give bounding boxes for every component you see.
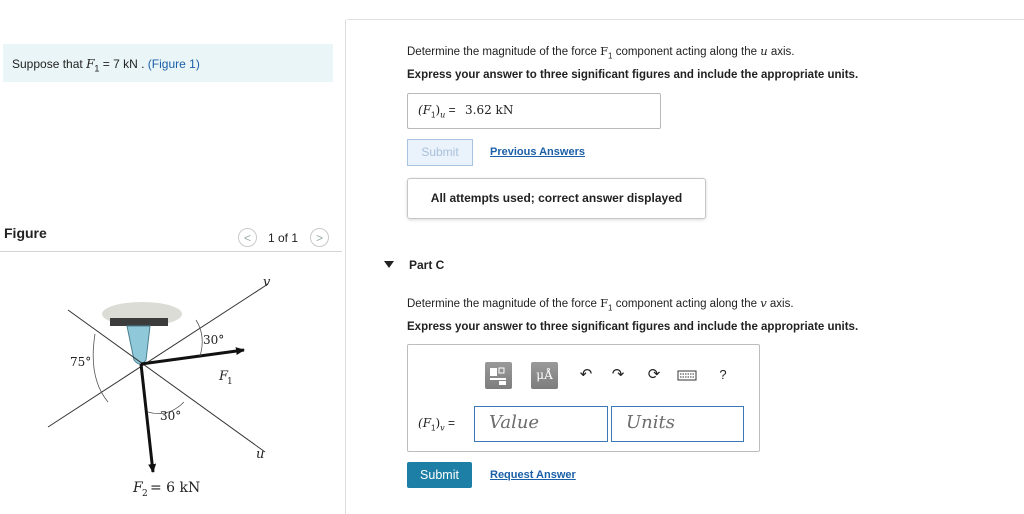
support-bracket [126,325,151,365]
chevron-left-icon: < [243,231,251,245]
prompt-prefix: Suppose that [12,57,83,71]
question-prefix: Determine the magnitude of the force [407,46,597,58]
keyboard-icon [677,370,697,381]
part-c-instruction: Express your answer to three significant… [407,321,859,333]
help-icon: ? [719,367,727,382]
v-axis-label: v [263,275,271,290]
prompt-subscript: 1 [94,63,100,74]
units-input[interactable]: Units [611,406,744,442]
figure-link[interactable]: (Figure 1) [148,57,200,71]
part-c-submit-button[interactable]: Submit [407,462,472,488]
top-divider [347,19,1024,20]
redo-icon: ↷ [611,366,625,383]
units-icon: μÅ [536,368,553,382]
u-axis-label: u [256,447,264,462]
u-axis-line [67,309,266,453]
part-b-submit-button[interactable]: Submit [407,139,473,166]
question-axis: u [760,44,768,58]
question-variable: F [600,296,609,310]
angle-arc-75 [92,333,109,403]
part-b-question: Determine the magnitude of the force F1 … [407,44,794,60]
templates-icon [490,367,506,385]
answer-equals: = [448,103,456,117]
units-button[interactable]: μÅ [531,362,558,389]
answer-variable: F [422,416,432,430]
question-prefix: Determine the magnitude of the force [407,298,597,310]
question-end: axis. [769,298,794,310]
question-subscript: 1 [608,51,613,61]
problem-statement: Suppose that F1 = 7 kN . (Figure 1) [12,57,200,73]
question-variable: F [600,44,609,58]
templates-button[interactable] [485,362,512,389]
column-divider [345,20,346,514]
question-axis: v [760,296,767,310]
angle-75-label: 75° [70,355,91,369]
part-c-answer-label: (F1)v = [418,416,456,433]
collapse-caret-icon[interactable] [384,261,394,268]
angle-30-top-label: 30° [203,333,224,347]
undo-icon: ↶ [579,366,593,383]
part-b-instruction: Express your answer to three significant… [407,69,859,81]
value-input[interactable]: Value [474,406,608,442]
angle-30-bottom-label: 30° [160,409,181,423]
question-end: axis. [770,46,795,58]
previous-answers-link[interactable]: Previous Answers [490,146,585,158]
part-b-answer-box: (F1)u = 3.62 kN [407,93,661,129]
angle-arc-30-top [195,319,203,357]
answer-value: 3.62 kN [465,103,514,117]
attempts-status-message: All attempts used; correct answer displa… [407,178,706,219]
answer-variable: F [422,103,432,117]
question-subscript: 1 [608,303,613,313]
f2-label-sub: 2 [142,489,148,499]
chevron-right-icon: > [315,231,323,245]
part-b-answer-line: (F1)u = 3.62 kN [418,103,514,120]
figure-pager-text: 1 of 1 [268,231,299,245]
answer-axis-subscript: v [440,423,445,433]
request-answer-link[interactable]: Request Answer [490,469,576,481]
f2-value-label: = 6 kN [150,480,200,496]
value-placeholder: Value [489,412,540,433]
reset-icon: ⟳ [647,366,661,383]
force-f2-arrow [139,363,157,473]
help-button[interactable]: ? [712,363,734,387]
figure-title: Figure [4,225,47,241]
reset-button[interactable]: ⟳ [643,363,665,387]
units-placeholder: Units [626,412,675,433]
question-suffix: component acting along the [615,298,757,310]
question-suffix: component acting along the [615,46,757,58]
figure-next-button[interactable]: > [310,228,329,247]
prompt-value: = 7 kN . [102,57,145,71]
support-plate [110,318,168,326]
part-c-question: Determine the magnitude of the force F1 … [407,296,794,312]
undo-button[interactable]: ↶ [575,363,597,387]
keyboard-button[interactable] [676,363,698,387]
redo-button[interactable]: ↷ [607,363,629,387]
answer-equals: = [448,416,456,430]
answer-axis-subscript: u [440,110,446,120]
f1-label-sub: 1 [227,377,233,387]
force-diagram: v u 75° 30° 30° F 1 F 2 = 6 kN [47,275,271,499]
figure-prev-button[interactable]: < [238,228,257,247]
part-c-title[interactable]: Part C [409,258,444,272]
